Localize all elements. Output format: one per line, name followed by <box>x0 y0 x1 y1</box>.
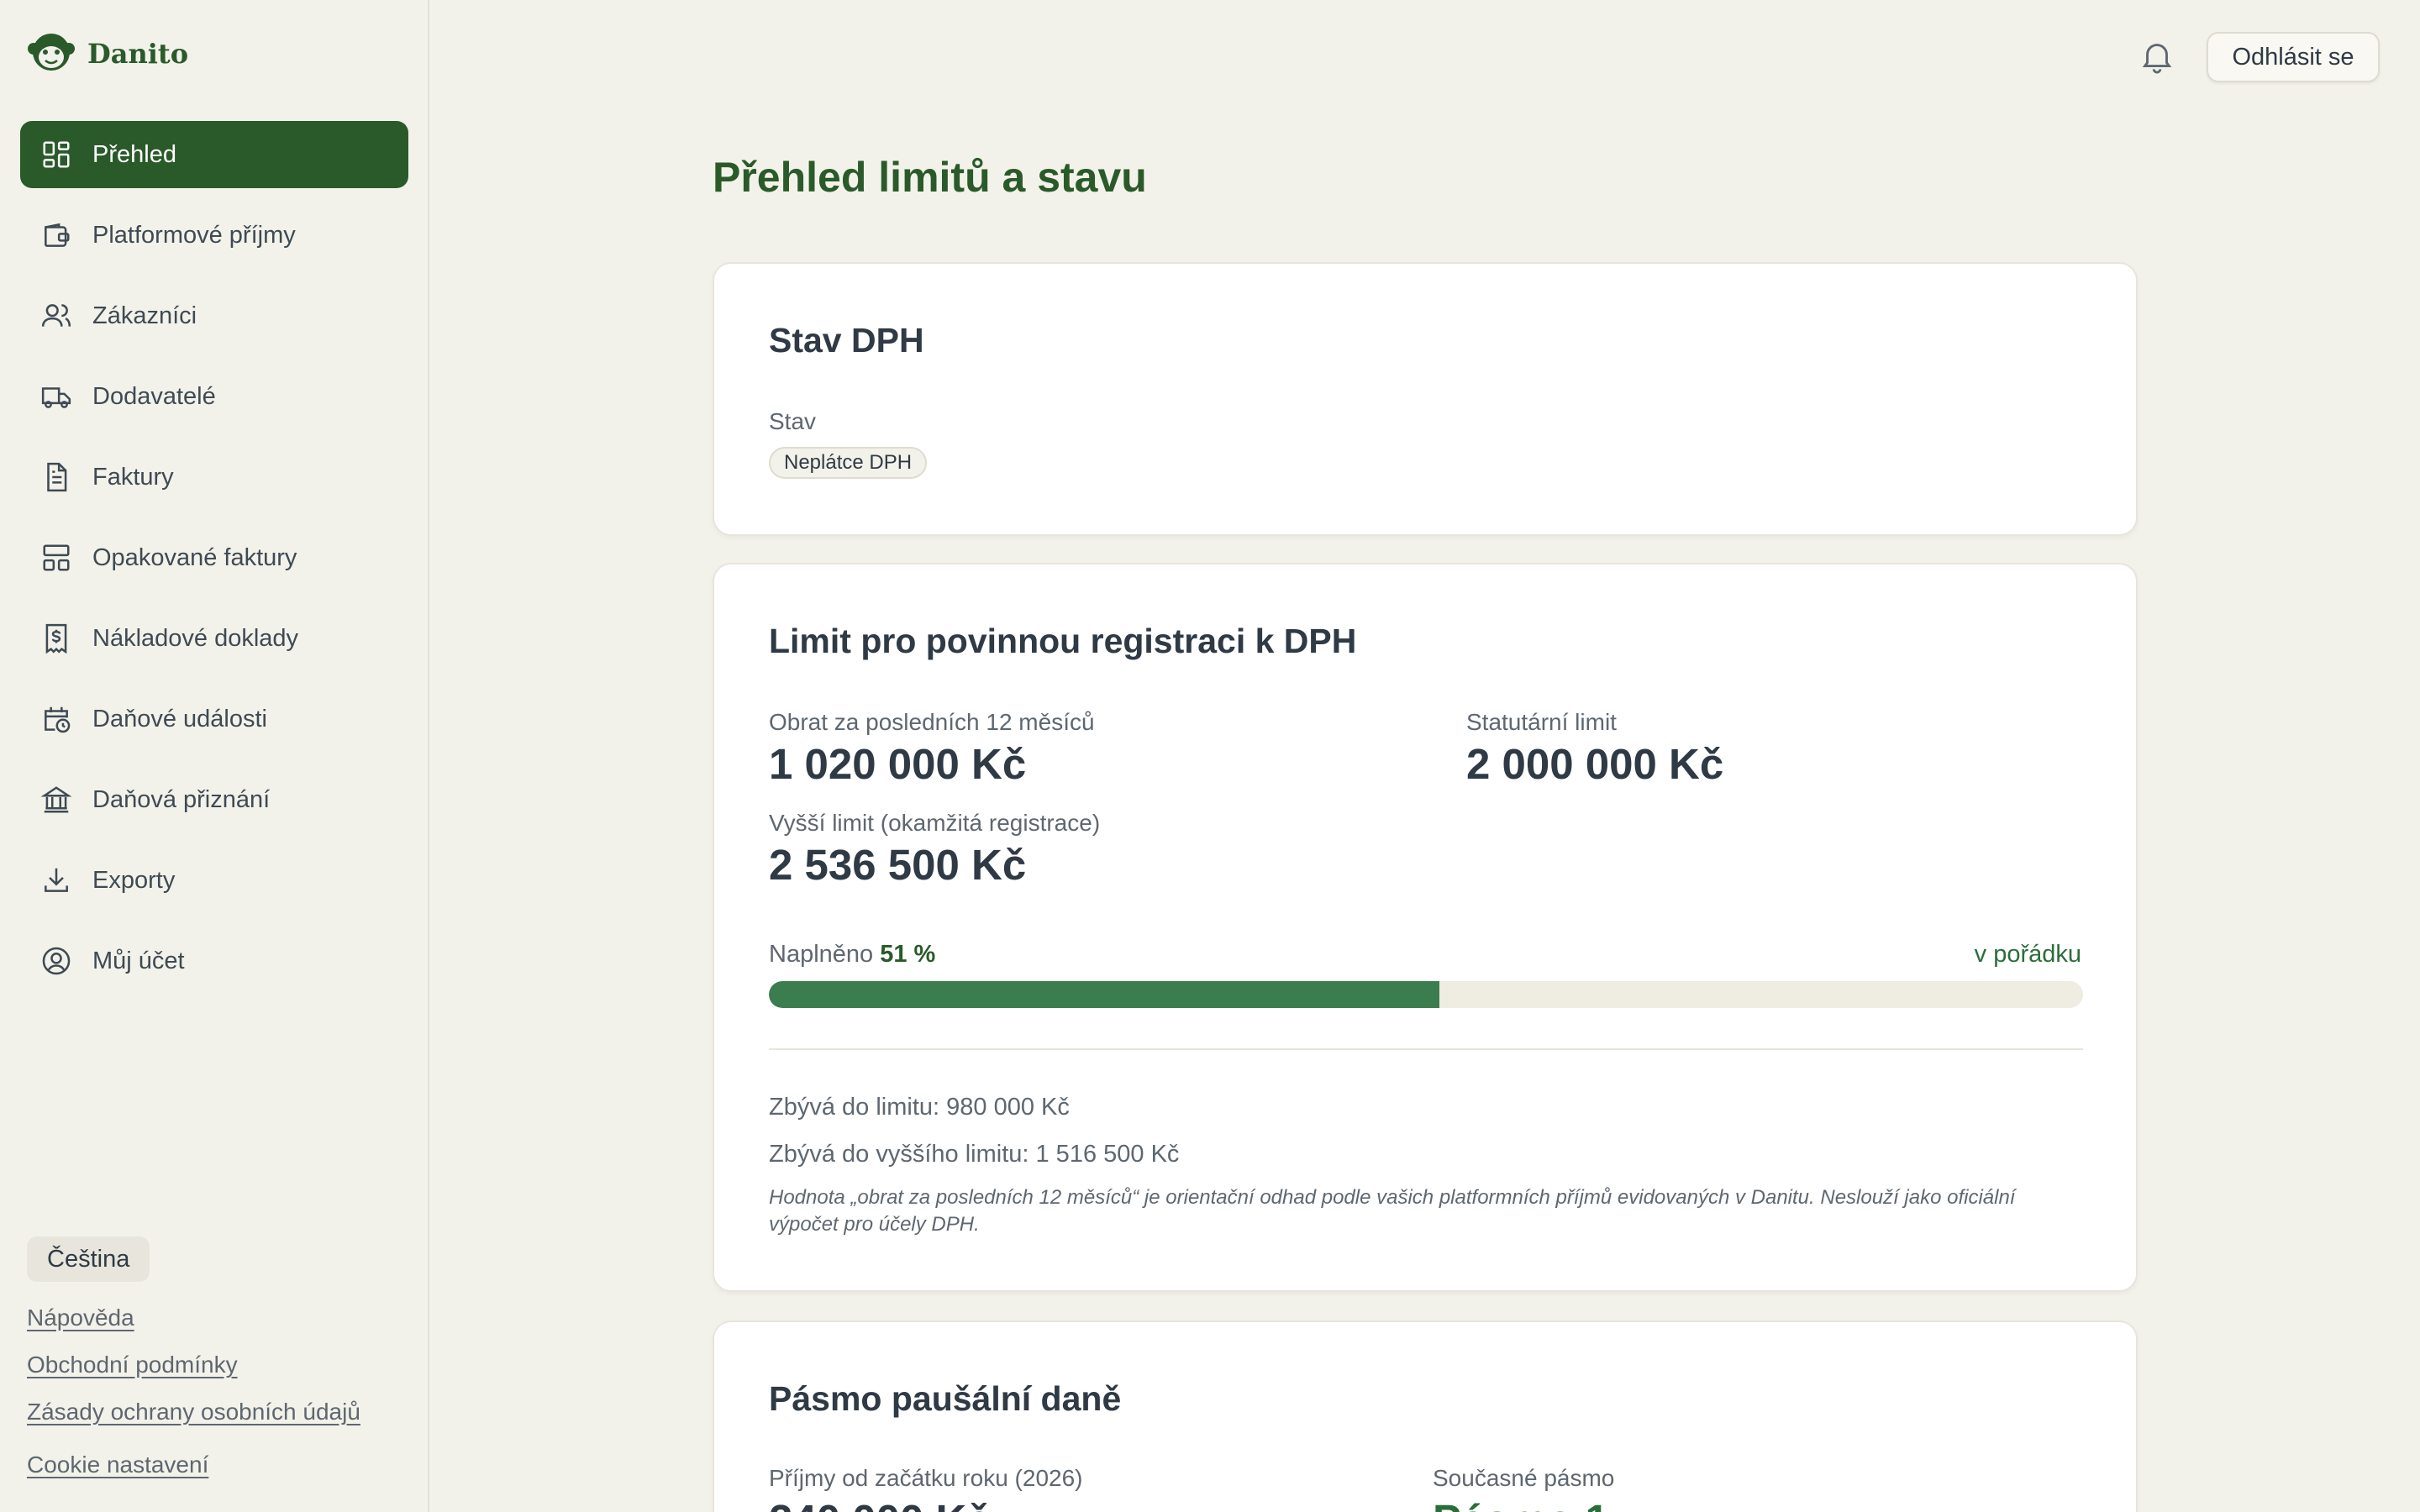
brand[interactable]: Danito <box>27 32 188 76</box>
truck-icon <box>40 381 72 412</box>
remaining-to-higher-limit: Zbývá do vyššího limitu: 1 516 500 Kč <box>769 1141 1180 1168</box>
sidebar-item-label: Zákazníci <box>92 302 197 329</box>
higher-limit-value: 2 536 500 Kč <box>769 841 1027 889</box>
user-circle-icon <box>40 945 72 977</box>
sidebar-item-label: Můj účet <box>92 947 185 974</box>
sidebar: Danito Přehled Platformové příjmy Zákazn… <box>0 0 429 1512</box>
remaining-to-limit: Zbývá do limitu: 980 000 Kč <box>769 1094 1070 1121</box>
wallet-icon <box>40 219 72 251</box>
brand-name: Danito <box>87 38 189 70</box>
sidebar-item-platform-income[interactable]: Platformové příjmy <box>20 202 408 269</box>
sidebar-item-prehled[interactable]: Přehled <box>20 121 408 188</box>
sidebar-item-label: Opakované faktury <box>92 543 297 571</box>
filled-indicator: Naplněno 51 % <box>769 941 935 969</box>
sidebar-item-label: Faktury <box>92 463 174 491</box>
sidebar-item-label: Daňové události <box>92 705 267 732</box>
sidebar-item-label: Platformové příjmy <box>92 221 296 249</box>
document-icon <box>40 461 72 493</box>
sidebar-nav: Přehled Platformové příjmy Zákazníci Dod… <box>20 121 408 1008</box>
turnover-label: Obrat za posledních 12 měsíců <box>769 709 1095 735</box>
status-label: Stav <box>769 408 817 434</box>
sidebar-item-my-account[interactable]: Můj účet <box>20 927 408 995</box>
receipt-icon <box>40 622 72 654</box>
privacy-policy-link[interactable]: Zásady ochrany osobních údajů <box>27 1399 360 1425</box>
disclaimer-note: Hodnota „obrat za posledních 12 měsíců“ … <box>769 1186 2016 1236</box>
card-title: Pásmo paušální daně <box>769 1379 1122 1418</box>
sidebar-item-label: Nákladové doklady <box>92 624 299 652</box>
sidebar-item-label: Přehled <box>92 140 176 168</box>
filled-label: Naplněno <box>769 941 874 968</box>
sidebar-item-tax-events[interactable]: Daňové události <box>20 685 408 753</box>
divider <box>769 1048 2083 1050</box>
card-title: Stav DPH <box>769 321 924 360</box>
monkey-logo-icon <box>28 34 75 71</box>
turnover-value: 1 020 000 Kč <box>769 740 1027 788</box>
sidebar-item-label: Exporty <box>92 866 176 894</box>
download-icon <box>40 864 72 896</box>
sidebar-item-expense-documents[interactable]: Nákladové doklady <box>20 605 408 672</box>
layout-icon <box>40 542 72 574</box>
cookie-settings-link[interactable]: Cookie nastavení <box>27 1452 208 1478</box>
vat-limit-card: Limit pro povinnou registraci k DPH Obra… <box>713 563 2138 1292</box>
sidebar-item-recurring-invoices[interactable]: Opakované faktury <box>20 524 408 591</box>
sidebar-item-tax-returns[interactable]: Daňová přiznání <box>20 766 408 833</box>
terms-link[interactable]: Obchodní podmínky <box>27 1352 238 1378</box>
limit-progress-fill <box>769 981 1439 1008</box>
dashboard-icon <box>40 139 72 171</box>
sidebar-item-suppliers[interactable]: Dodavatelé <box>20 363 408 430</box>
help-link[interactable]: Nápověda <box>27 1305 134 1331</box>
sidebar-item-customers[interactable]: Zákazníci <box>20 282 408 349</box>
status-badge: Neplátce DPH <box>769 447 928 479</box>
current-band-label: Současné pásmo <box>1433 1465 1615 1491</box>
notifications-bell-icon[interactable] <box>2138 37 2176 76</box>
income-ytd-label: Příjmy od začátku roku (2026) <box>769 1465 1083 1491</box>
flat-tax-card: Pásmo paušální daně Příjmy od začátku ro… <box>713 1320 2138 1512</box>
language-selector[interactable]: Čeština <box>27 1236 150 1282</box>
page-title: Přehled limitů a stavu <box>713 154 1147 201</box>
calendar-clock-icon <box>40 703 72 735</box>
sidebar-item-exports[interactable]: Exporty <box>20 847 408 914</box>
logout-button[interactable]: Odhlásit se <box>2207 32 2380 82</box>
bank-icon <box>40 784 72 816</box>
sidebar-item-label: Dodavatelé <box>92 382 216 410</box>
limit-status-text: v pořádku <box>1974 941 2081 968</box>
statutory-limit-label: Statutární limit <box>1466 709 1617 735</box>
users-icon <box>40 300 72 332</box>
income-ytd-value: 240 000 Kč <box>769 1495 991 1512</box>
vat-status-card: Stav DPH Stav Neplátce DPH <box>713 262 2138 536</box>
current-band-value: Pásmo 1 <box>1433 1495 1609 1512</box>
sidebar-item-invoices[interactable]: Faktury <box>20 444 408 511</box>
sidebar-item-label: Daňová přiznání <box>92 785 271 813</box>
statutory-limit-value: 2 000 000 Kč <box>1466 740 1724 788</box>
higher-limit-label: Vyšší limit (okamžitá registrace) <box>769 810 1101 836</box>
limit-progress-bar <box>769 981 2083 1008</box>
filled-percent: 51 % <box>880 941 936 968</box>
card-title: Limit pro povinnou registraci k DPH <box>769 622 1357 660</box>
